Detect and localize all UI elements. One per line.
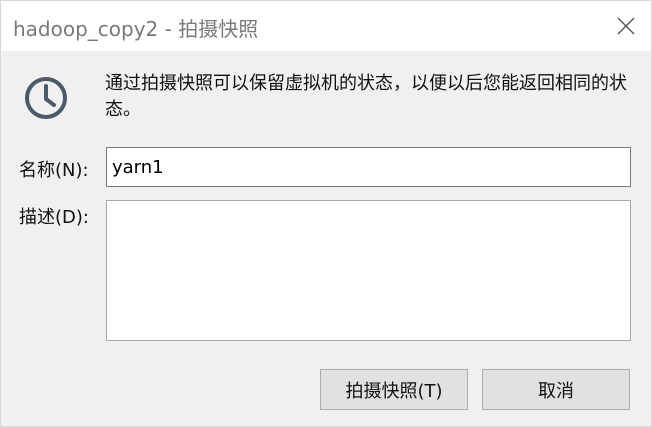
info-message: 通过拍摄快照可以保留虚拟机的状态，以便以后您能返回相同的状态。	[105, 73, 627, 120]
name-label: 名称(N):	[19, 160, 89, 181]
title-bar[interactable]: hadoop_copy2 - 拍摄快照	[1, 1, 651, 51]
snapshot-dialog: hadoop_copy2 - 拍摄快照 通过拍摄快照可以保留虚拟机的状态，以便以…	[0, 0, 652, 427]
close-button[interactable]	[601, 1, 651, 51]
cancel-button[interactable]: 取消	[482, 369, 630, 410]
window-title: hadoop_copy2 - 拍摄快照	[13, 17, 259, 41]
description-input[interactable]	[106, 200, 631, 341]
description-label: 描述(D):	[19, 207, 89, 228]
name-input[interactable]	[106, 147, 631, 187]
clock-icon	[25, 77, 67, 119]
close-icon	[617, 17, 635, 35]
take-snapshot-button[interactable]: 拍摄快照(T)	[320, 369, 468, 410]
